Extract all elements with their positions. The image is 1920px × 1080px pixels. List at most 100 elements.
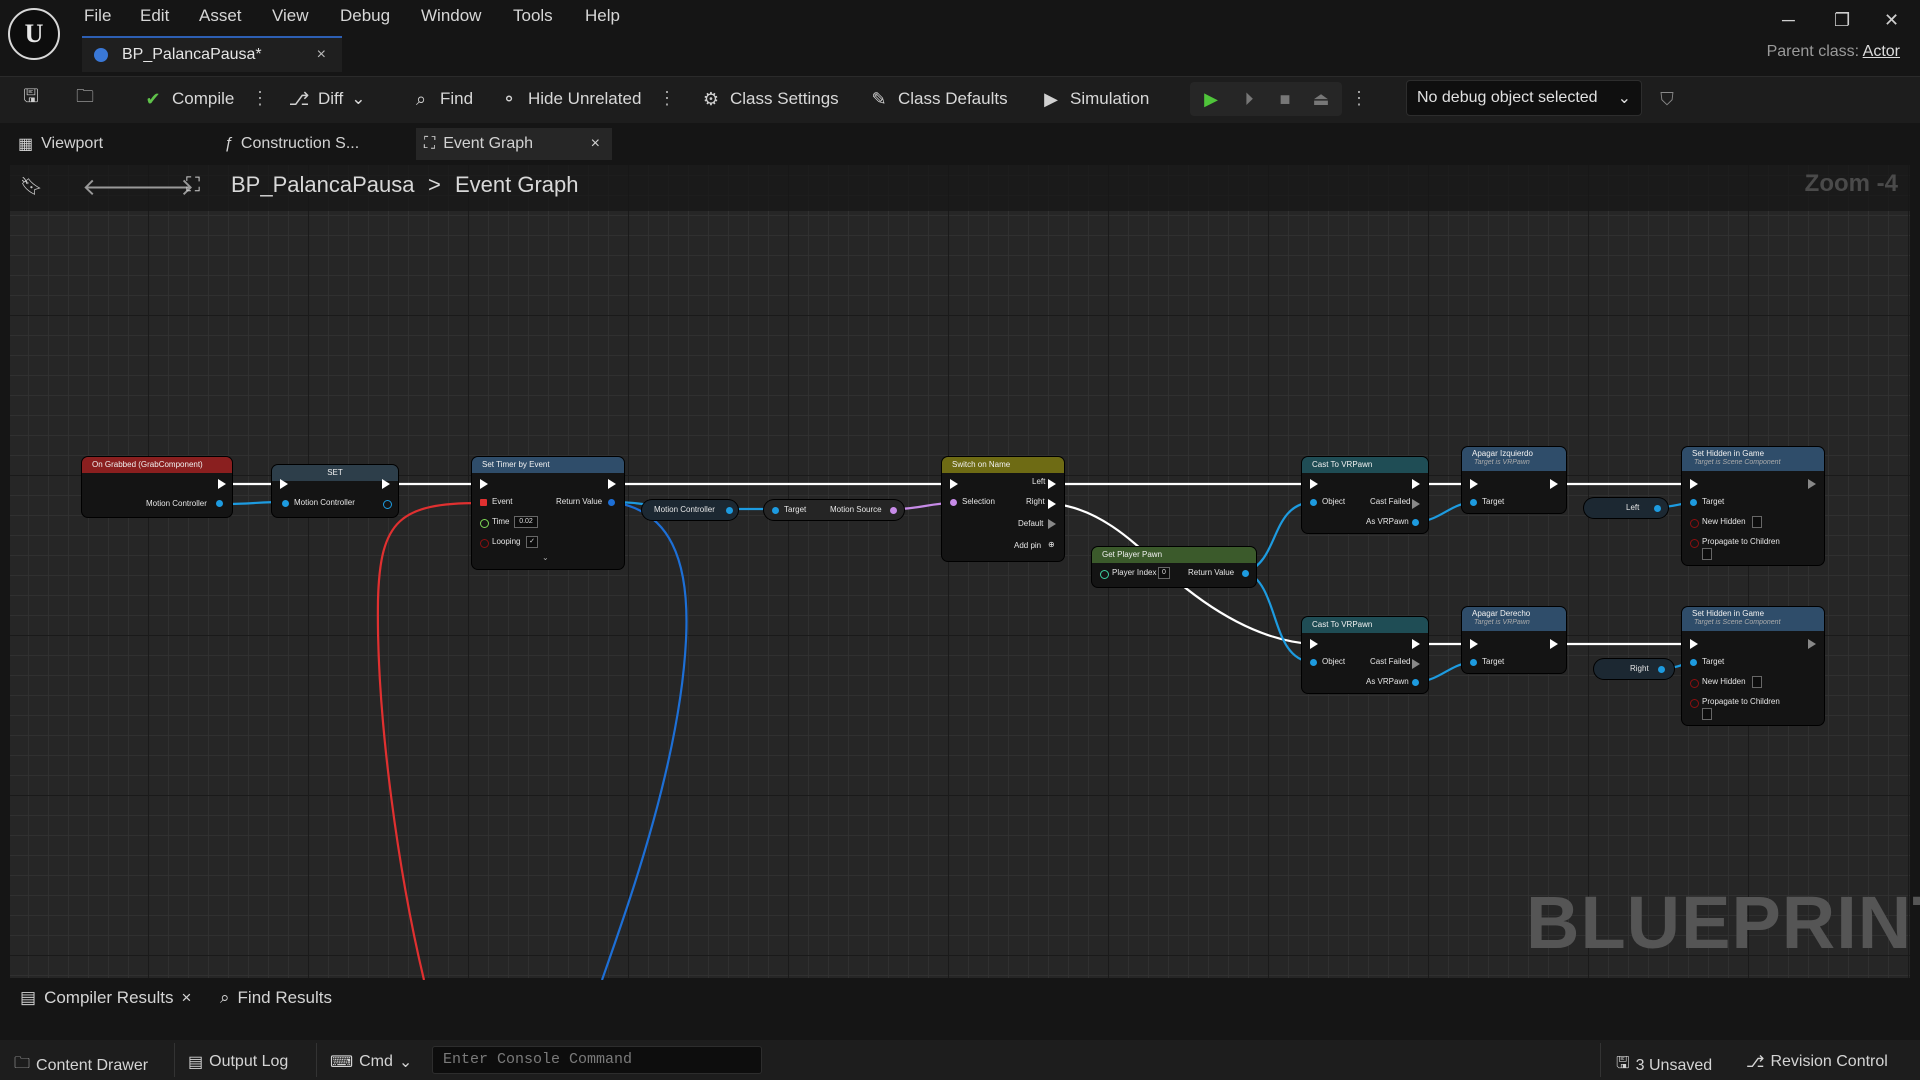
revision-control-label: Revision Control	[1770, 1053, 1888, 1070]
exec-in-pin[interactable]	[480, 479, 488, 489]
exec-out-pin[interactable]	[1412, 499, 1420, 509]
expand-icon[interactable]: ⌄	[542, 553, 549, 562]
node-get-player-pawn[interactable]: Get Player Pawn Player Index 0 Return Va…	[1092, 547, 1256, 587]
node-switch-on-name[interactable]: Switch on Name Left Selection Right Defa…	[942, 457, 1064, 561]
return-pin[interactable]	[608, 499, 615, 506]
tab-compiler-results[interactable]: ▤ Compiler Results ×	[20, 988, 191, 1008]
search-icon: ⌕	[220, 988, 230, 1007]
output-log-button[interactable]: ▤ Output Log	[188, 1052, 288, 1072]
pin-label: Cast Failed	[1370, 657, 1411, 666]
looping-checkbox[interactable]: ✓	[526, 536, 538, 548]
bool-pin[interactable]	[480, 539, 489, 548]
add-pin-label[interactable]: Add pin	[1014, 541, 1041, 550]
name-pin[interactable]	[950, 499, 957, 506]
delegate-pin[interactable]	[480, 499, 487, 506]
object-pin[interactable]	[216, 500, 223, 507]
pin-label: Player Index	[1112, 568, 1157, 577]
propagate-checkbox[interactable]	[1702, 548, 1712, 560]
bool-pin[interactable]	[1690, 699, 1699, 708]
exec-out-pin[interactable]	[1048, 519, 1056, 529]
exec-out-pin[interactable]	[1412, 659, 1420, 669]
console-input[interactable]: Enter Console Command	[432, 1046, 762, 1074]
object-pin[interactable]	[1690, 499, 1697, 506]
object-pin[interactable]	[282, 500, 289, 507]
close-tab-icon[interactable]: ×	[182, 988, 192, 1008]
float-pin[interactable]	[480, 519, 489, 528]
exec-in-pin[interactable]	[1310, 479, 1318, 489]
object-pin[interactable]	[726, 507, 733, 514]
exec-out-pin[interactable]	[1808, 639, 1816, 649]
time-value[interactable]: 0.02	[514, 516, 538, 528]
cmd-select[interactable]: ⌨ Cmd ⌄	[330, 1052, 412, 1072]
bool-pin[interactable]	[1690, 679, 1699, 688]
object-pin[interactable]	[1690, 659, 1697, 666]
exec-out-pin[interactable]	[1808, 479, 1816, 489]
add-pin-icon[interactable]: ⊕	[1048, 540, 1055, 549]
node-set[interactable]: SET Motion Controller	[272, 465, 398, 517]
exec-out-pin[interactable]	[1550, 479, 1558, 489]
bool-pin[interactable]	[1690, 519, 1699, 528]
exec-out-pin[interactable]	[1550, 639, 1558, 649]
object-pin[interactable]	[1412, 679, 1419, 686]
node-apagar-derecho[interactable]: Apagar Derecho Target is VRPawn Target	[1462, 607, 1566, 673]
tab-find-results-label: Find Results	[237, 988, 333, 1007]
node-apagar-izquierdo[interactable]: Apagar Izquierdo Target is VRPawn Target	[1462, 447, 1566, 513]
exec-in-pin[interactable]	[280, 479, 288, 489]
propagate-checkbox[interactable]	[1702, 708, 1712, 720]
object-pin[interactable]	[1658, 666, 1665, 673]
object-pin[interactable]	[1412, 519, 1419, 526]
exec-in-pin[interactable]	[1310, 639, 1318, 649]
exec-in-pin[interactable]	[1470, 479, 1478, 489]
bool-pin[interactable]	[1690, 539, 1699, 548]
exec-out-pin[interactable]	[1048, 499, 1056, 509]
player-index-value[interactable]: 0	[1158, 567, 1170, 579]
var-label: Motion Controller	[654, 505, 715, 514]
content-drawer-label: Content Drawer	[36, 1056, 149, 1074]
pin-label: Propagate to Children	[1702, 537, 1780, 546]
new-hidden-checkbox[interactable]	[1752, 516, 1762, 528]
object-out-pin[interactable]	[383, 500, 392, 509]
object-pin[interactable]	[1654, 505, 1661, 512]
tab-find-results[interactable]: ⌕ Find Results	[220, 988, 332, 1008]
content-drawer-button[interactable]: 🗀 Content Drawer	[14, 1052, 148, 1079]
node-motion-source[interactable]: Target Motion Source	[764, 500, 904, 520]
object-pin[interactable]	[1310, 499, 1317, 506]
exec-in-pin[interactable]	[1690, 479, 1698, 489]
exec-out-pin[interactable]	[218, 479, 226, 489]
object-pin[interactable]	[1470, 659, 1477, 666]
name-pin[interactable]	[890, 507, 897, 514]
pin-label: New Hidden	[1702, 677, 1746, 686]
exec-out-pin[interactable]	[1412, 479, 1420, 489]
exec-out-pin[interactable]	[382, 479, 390, 489]
int-pin[interactable]	[1100, 570, 1109, 579]
exec-out-pin[interactable]	[608, 479, 616, 489]
revision-control-button[interactable]: ⎇ Revision Control	[1746, 1052, 1888, 1072]
node-set-timer[interactable]: Set Timer by Event Event Return Value Ti…	[472, 457, 624, 569]
node-cast-to-vrpawn[interactable]: Cast To VRPawn Object Cast Failed As VRP…	[1302, 617, 1428, 693]
content-drawer-icon: 🗀	[14, 1055, 31, 1072]
object-pin[interactable]	[1242, 570, 1249, 577]
output-log-label: Output Log	[209, 1053, 289, 1070]
node-set-hidden-in-game[interactable]: Set Hidden in Game Target is Scene Compo…	[1682, 447, 1824, 565]
pin-label: Motion Source	[830, 505, 882, 514]
exec-in-pin[interactable]	[1470, 639, 1478, 649]
exec-in-pin[interactable]	[1690, 639, 1698, 649]
object-pin[interactable]	[1310, 659, 1317, 666]
node-motion-controller-var[interactable]: Motion Controller	[642, 500, 738, 520]
node-set-hidden-in-game[interactable]: Set Hidden in Game Target is Scene Compo…	[1682, 607, 1824, 725]
object-pin[interactable]	[1470, 499, 1477, 506]
pin-label: Target	[784, 505, 807, 514]
node-left-var[interactable]: Left	[1584, 498, 1668, 518]
node-subtitle: Target is VRPawn	[1462, 459, 1566, 471]
exec-out-pin[interactable]	[1048, 479, 1056, 489]
var-label: Right	[1630, 664, 1649, 673]
object-pin[interactable]	[772, 507, 779, 514]
node-right-var[interactable]: Right	[1594, 659, 1674, 679]
new-hidden-checkbox[interactable]	[1752, 676, 1762, 688]
unsaved-button[interactable]: 🖫 3 Unsaved	[1616, 1052, 1712, 1079]
exec-in-pin[interactable]	[950, 479, 958, 489]
node-on-grabbed[interactable]: On Grabbed (GrabComponent) Motion Contro…	[82, 457, 232, 517]
exec-out-pin[interactable]	[1412, 639, 1420, 649]
node-subtitle: Target is Scene Component	[1682, 459, 1824, 471]
node-cast-to-vrpawn[interactable]: Cast To VRPawn Object Cast Failed As VRP…	[1302, 457, 1428, 533]
